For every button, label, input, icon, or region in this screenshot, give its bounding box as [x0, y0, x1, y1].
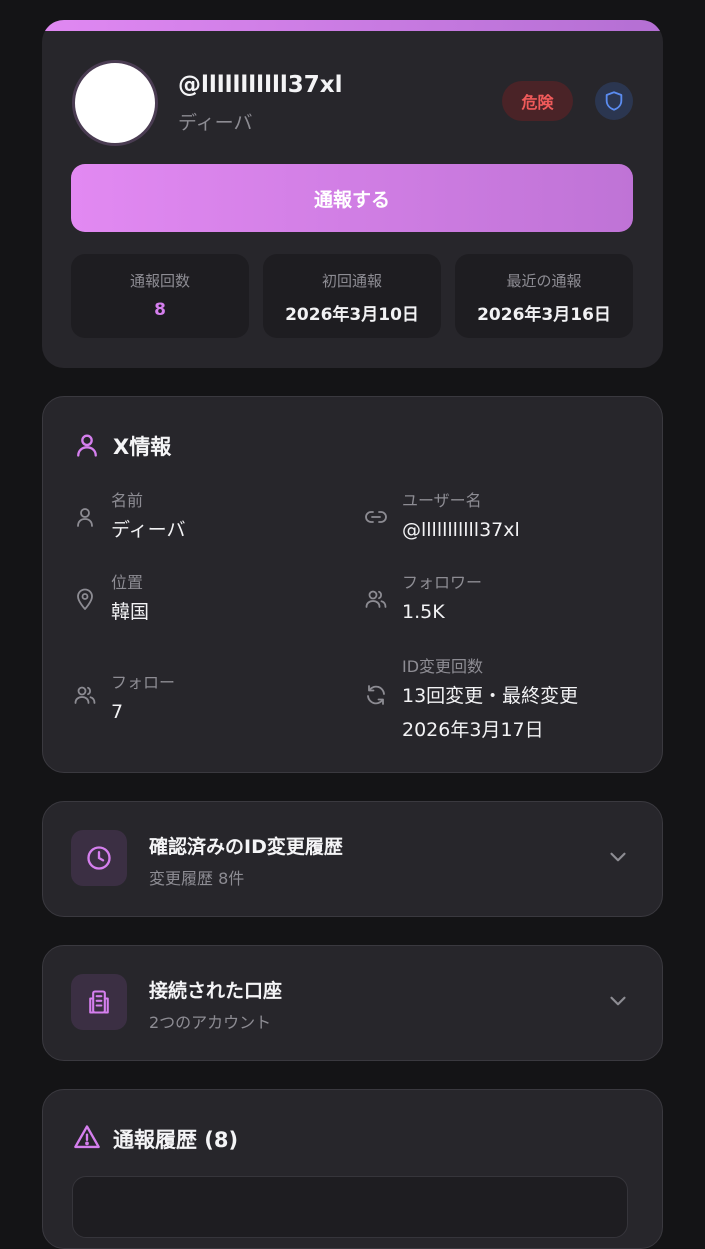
stat-value: 2026年3月10日 — [285, 305, 419, 325]
clock-icon — [87, 846, 111, 870]
field-value: 7 — [111, 701, 124, 723]
chevron-down-icon[interactable] — [605, 988, 631, 1014]
stat-label: 最近の通報 — [506, 272, 582, 290]
field-label: フォロー — [111, 673, 176, 692]
building-icon-box — [71, 974, 127, 1030]
clock-icon-box — [71, 830, 127, 886]
field-label: ID変更回数 — [402, 657, 484, 676]
profile-display-name: ディーバ — [178, 112, 253, 134]
field-value: ディーバ — [111, 519, 186, 541]
stat-label: 通報回数 — [129, 272, 190, 290]
risk-badge: 危険 — [502, 81, 573, 121]
field-label: 位置 — [111, 573, 144, 592]
user-icon — [77, 434, 97, 457]
field-value: 韓国 — [111, 601, 150, 623]
profile-card: @lllllllllll37xl ディーバ 危険 通報する 通報回数 8 初回通… — [42, 20, 663, 368]
stat-latest-report: 最近の通報 2026年3月16日 — [455, 254, 633, 338]
refresh-icon — [367, 685, 385, 705]
field-value: 13回変更・最終変更 — [402, 685, 579, 707]
shield-button[interactable] — [595, 82, 633, 120]
warning-icon — [74, 1125, 100, 1149]
x-info-title: X情報 — [113, 435, 172, 459]
link-icon — [365, 511, 387, 523]
stat-value: 8 — [154, 300, 166, 320]
users-icon — [365, 590, 387, 608]
profile-handle: @lllllllllll37xl — [178, 72, 343, 98]
report-history-item[interactable] — [72, 1176, 628, 1238]
shield-icon — [605, 91, 623, 111]
connected-accounts-card[interactable]: 接続された口座 2つのアカウント — [42, 945, 663, 1061]
stat-report-count: 通報回数 8 — [71, 254, 249, 338]
field-value: 1.5K — [402, 601, 445, 623]
report-history-title: 通報履歴 (8) — [113, 1128, 239, 1152]
report-history-card: 通報履歴 (8) — [42, 1089, 663, 1249]
stat-first-report: 初回通報 2026年3月10日 — [263, 254, 441, 338]
avatar[interactable] — [72, 60, 158, 146]
field-label: 名前 — [111, 491, 144, 510]
field-label: ユーザー名 — [402, 491, 482, 510]
profile-accent-bar — [42, 20, 663, 31]
chevron-down-icon[interactable] — [605, 844, 631, 870]
user-icon — [77, 508, 93, 527]
stat-label: 初回通報 — [321, 272, 382, 290]
id-history-card[interactable]: 確認済みのID変更履歴 変更履歴 8件 — [42, 801, 663, 917]
field-value: @lllllllllll37xl — [402, 519, 520, 541]
location-pin-icon — [77, 588, 93, 610]
field-label: フォロワー — [402, 573, 483, 592]
report-button[interactable]: 通報する — [71, 164, 633, 232]
users-icon — [74, 686, 96, 704]
stat-value: 2026年3月16日 — [477, 305, 611, 325]
field-value-date: 2026年3月17日 — [402, 719, 544, 741]
id-history-subtitle: 変更履歴 8件 — [149, 869, 245, 888]
connected-accounts-subtitle: 2つのアカウント — [149, 1013, 272, 1032]
building-icon — [89, 990, 109, 1014]
connected-accounts-title: 接続された口座 — [149, 980, 283, 1002]
x-info-card: X情報 名前 ディーバ ユーザー名 @lllllllllll37xl 位置 韓国… — [42, 396, 663, 773]
id-history-title: 確認済みのID変更履歴 — [149, 836, 343, 858]
